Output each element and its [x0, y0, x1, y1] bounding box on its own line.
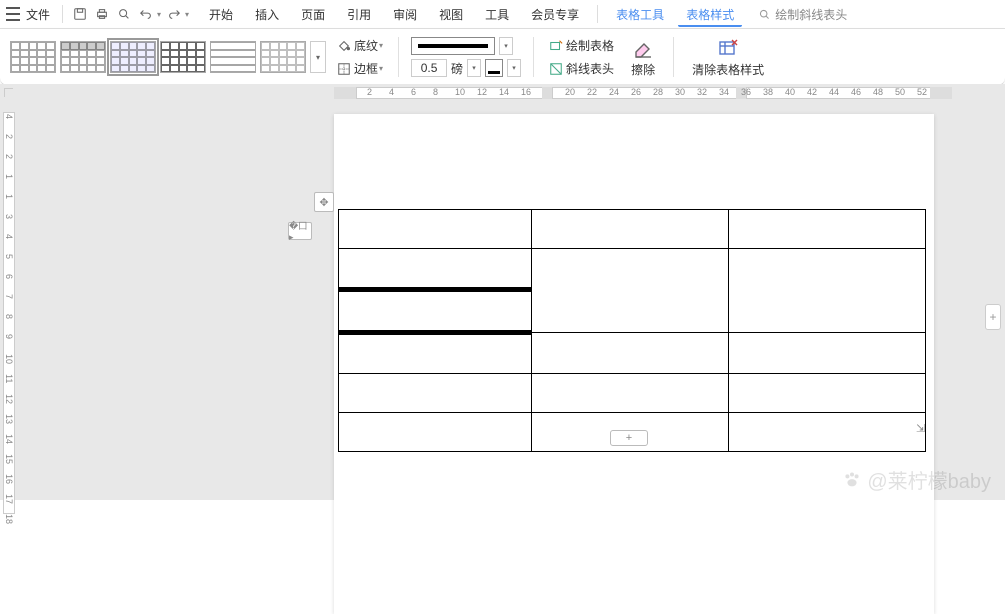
search-icon: [758, 8, 771, 21]
eraser-label: 擦除: [631, 61, 655, 78]
search-text: 绘制斜线表头: [775, 6, 847, 23]
table-style-6[interactable]: [260, 41, 306, 73]
bucket-icon: [337, 39, 351, 53]
tab-insert[interactable]: 插入: [247, 2, 287, 27]
table-row[interactable]: [339, 249, 926, 290]
qat-more-icon[interactable]: ▾: [185, 10, 189, 19]
table-style-5[interactable]: [210, 41, 256, 73]
diag-header-label: 斜线表头: [566, 60, 614, 77]
chevron-down-icon: ▾: [379, 41, 383, 50]
tab-start[interactable]: 开始: [201, 2, 241, 27]
pen-color-dropdown[interactable]: ▾: [507, 59, 521, 77]
divider: [62, 5, 63, 23]
table-style-more[interactable]: ▾: [310, 41, 326, 73]
separator: [673, 37, 674, 77]
divider: [597, 5, 598, 23]
border-label: 边框: [354, 60, 378, 77]
table-style-4[interactable]: [160, 41, 206, 73]
menu-icon[interactable]: [6, 7, 20, 21]
menubar: 文件 ▾ ▾ 开始 插入 页面 引用 审阅 视图 工具 会员专享 表格工具 表格…: [0, 0, 1005, 29]
table-row-widget[interactable]: �囗▸: [288, 222, 312, 240]
table-add-row-button[interactable]: +: [610, 430, 648, 446]
separator: [398, 37, 399, 77]
line-weight-dropdown[interactable]: ▾: [467, 59, 481, 77]
diag-header-icon: [549, 62, 563, 76]
shading-button[interactable]: 底纹 ▾: [334, 36, 386, 55]
search-box[interactable]: 绘制斜线表头: [758, 6, 847, 23]
document-table[interactable]: [338, 209, 926, 452]
watermark-text: @莱柠檬baby: [867, 465, 991, 494]
draw-table-button[interactable]: 绘制表格: [546, 36, 617, 55]
tab-table-style[interactable]: 表格样式: [678, 2, 742, 27]
table-row[interactable]: [339, 210, 926, 249]
table-style-1[interactable]: [10, 41, 56, 73]
tab-page[interactable]: 页面: [293, 2, 333, 27]
ribbon: ▾ 底纹 ▾ 边框 ▾ ▾ 0.5 磅 ▾ ▾ 绘制表格: [0, 29, 1005, 86]
tab-review[interactable]: 审阅: [385, 2, 425, 27]
workspace: 2468101214162022242628303234363840424446…: [0, 84, 1005, 500]
diag-header-button[interactable]: 斜线表头: [546, 59, 617, 78]
table-move-handle[interactable]: ✥: [314, 192, 334, 212]
clear-style-icon: [717, 37, 739, 59]
separator: [533, 37, 534, 77]
side-add-button[interactable]: +: [985, 304, 1001, 330]
tab-tools[interactable]: 工具: [477, 2, 517, 27]
save-icon[interactable]: [71, 5, 89, 23]
document-page[interactable]: ✥ �囗▸ + ⇲: [334, 114, 934, 614]
line-weight-unit: 磅: [451, 60, 463, 77]
pen-color-swatch[interactable]: [485, 59, 503, 77]
paw-icon: [841, 469, 863, 491]
ruler-horizontal[interactable]: 2468101214162022242628303234363840424446…: [20, 84, 1005, 102]
table-row[interactable]: [339, 333, 926, 374]
watermark: @莱柠檬baby: [841, 465, 991, 494]
file-menu[interactable]: 文件: [26, 6, 50, 23]
chevron-down-icon: ▾: [379, 64, 383, 73]
shading-label: 底纹: [354, 37, 378, 54]
pen-style-dropdown[interactable]: ▾: [499, 37, 513, 55]
clear-style-label: 清除表格样式: [692, 61, 764, 78]
tab-member[interactable]: 会员专享: [523, 2, 587, 27]
border-icon: [337, 62, 351, 76]
table-row[interactable]: [339, 374, 926, 413]
eraser-icon: [632, 37, 654, 59]
ruler-vertical[interactable]: 422113456789101112131415161718: [0, 102, 18, 500]
clear-style-button[interactable]: 清除表格样式: [686, 35, 770, 80]
undo-more-icon[interactable]: ▾: [157, 10, 161, 19]
ribbon-tabs: 开始 插入 页面 引用 审阅 视图 工具 会员专享 表格工具 表格样式: [201, 2, 742, 27]
draw-table-label: 绘制表格: [566, 37, 614, 54]
table-style-3[interactable]: [110, 41, 156, 73]
tab-table-tools[interactable]: 表格工具: [608, 2, 672, 27]
draw-table-icon: [549, 39, 563, 53]
tab-reference[interactable]: 引用: [339, 2, 379, 27]
line-weight-value[interactable]: 0.5: [411, 59, 447, 77]
pen-style-preview[interactable]: [411, 37, 495, 55]
preview-icon[interactable]: [115, 5, 133, 23]
border-button[interactable]: 边框 ▾: [334, 59, 386, 78]
eraser-button[interactable]: 擦除: [625, 35, 661, 80]
table-style-gallery: ▾: [10, 41, 326, 73]
undo-icon[interactable]: [137, 5, 155, 23]
print-icon[interactable]: [93, 5, 111, 23]
table-style-2[interactable]: [60, 41, 106, 73]
tab-view[interactable]: 视图: [431, 2, 471, 27]
redo-icon[interactable]: [165, 5, 183, 23]
table-resize-handle[interactable]: ⇲: [916, 422, 928, 434]
ruler-corner: [4, 88, 13, 97]
